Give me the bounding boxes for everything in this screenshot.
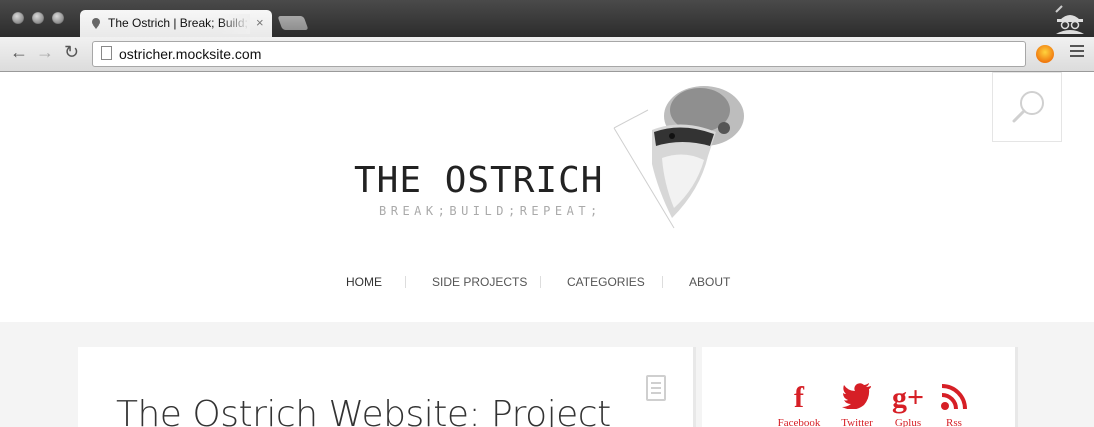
nav-item-side-projects[interactable]: SIDE PROJECTS bbox=[432, 275, 527, 289]
nav-item-home[interactable]: HOME bbox=[346, 275, 382, 289]
social-gplus[interactable]: g+ Gplus bbox=[885, 383, 931, 427]
post-card: The Ostrich Website: Project bbox=[78, 347, 696, 427]
extension-fire-icon[interactable] bbox=[1036, 45, 1054, 63]
address-bar-url[interactable]: ostricher.mocksite.com bbox=[119, 46, 261, 62]
social-facebook[interactable]: f Facebook bbox=[774, 383, 824, 427]
browser-menu-icon[interactable] bbox=[1070, 45, 1084, 60]
search-icon bbox=[1012, 91, 1044, 123]
tab-favicon-icon bbox=[90, 17, 102, 32]
site-tagline: BREAK;BUILD;REPEAT; bbox=[379, 204, 602, 218]
window-close-button[interactable] bbox=[12, 12, 24, 24]
browser-title-bar: The Ostrich | Break; Build; Repeat; × bbox=[0, 0, 1094, 37]
browser-toolbar: ← → ↻ ostricher.mocksite.com bbox=[0, 37, 1094, 72]
facebook-icon: f bbox=[794, 381, 804, 414]
social-twitter[interactable]: Twitter bbox=[832, 383, 882, 427]
nav-divider bbox=[540, 276, 541, 288]
search-button[interactable] bbox=[992, 72, 1062, 142]
incognito-icon bbox=[1052, 4, 1088, 34]
forward-icon[interactable]: → bbox=[36, 42, 54, 63]
social-label: Gplus bbox=[894, 417, 922, 427]
tab-close-icon[interactable]: × bbox=[256, 15, 264, 30]
nav-divider bbox=[662, 276, 663, 288]
google-plus-icon: g+ bbox=[891, 381, 925, 414]
social-label: Twitter bbox=[841, 417, 873, 427]
address-bar[interactable]: ostricher.mocksite.com bbox=[92, 41, 1026, 67]
window-zoom-button[interactable] bbox=[52, 12, 64, 24]
window-minimize-button[interactable] bbox=[32, 12, 44, 24]
rss-icon bbox=[934, 383, 974, 417]
tab-title-fade bbox=[220, 14, 250, 34]
social-label: Facebook bbox=[777, 417, 821, 427]
site-title[interactable]: THE OSTRICH bbox=[354, 160, 603, 201]
browser-tab-active[interactable]: The Ostrich | Break; Build; Repeat; × bbox=[80, 10, 272, 37]
sidebar-social-widget: f Facebook Twitter g+ Gplus Rss bbox=[702, 347, 1018, 427]
nav-item-about[interactable]: ABOUT bbox=[689, 275, 730, 289]
post-title[interactable]: The Ostrich Website: Project bbox=[116, 394, 611, 427]
reload-icon[interactable]: ↻ bbox=[64, 42, 79, 63]
nav-divider bbox=[405, 276, 406, 288]
new-tab-button[interactable] bbox=[277, 16, 309, 30]
social-label: Rss bbox=[946, 417, 962, 427]
twitter-icon bbox=[832, 383, 882, 417]
social-rss[interactable]: Rss bbox=[934, 383, 974, 427]
ostrich-logo-icon bbox=[613, 86, 744, 229]
nav-item-categories[interactable]: CATEGORIES bbox=[567, 275, 645, 289]
post-format-standard-icon bbox=[646, 375, 666, 401]
back-icon[interactable]: ← bbox=[10, 42, 28, 63]
web-page: THE OSTRICH BREAK;BUILD;REPEAT; HOME SID… bbox=[0, 72, 1094, 427]
page-icon bbox=[101, 46, 112, 60]
